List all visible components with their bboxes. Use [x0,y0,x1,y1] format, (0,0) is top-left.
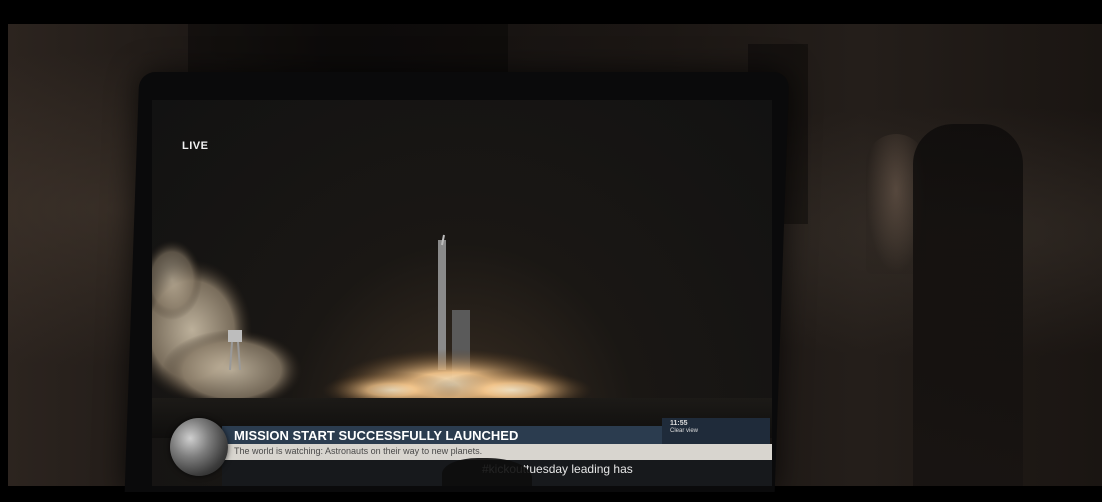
news-ticker: MISSION START SUCCESSFULLY LAUNCHED 11:5… [152,418,772,486]
live-badge: LIVE [182,140,209,152]
globe-icon [170,418,228,476]
clock-box: 11:55 Clear view [662,418,770,444]
ticker-headline: MISSION START SUCCESSFULLY LAUNCHED [234,428,519,443]
clock-time: 11:55 [670,420,688,427]
clock-status: Clear view [670,428,699,434]
laptop-screen: LIVE MISSION START SUCCESSFULLY LAUNCHED… [152,100,772,486]
background-figure [913,124,1023,486]
video-frame: LIVE MISSION START SUCCESSFULLY LAUNCHED… [0,0,1102,502]
ticker-subheadline: The world is watching: Astronauts on the… [234,446,483,456]
water-tower [228,330,242,342]
